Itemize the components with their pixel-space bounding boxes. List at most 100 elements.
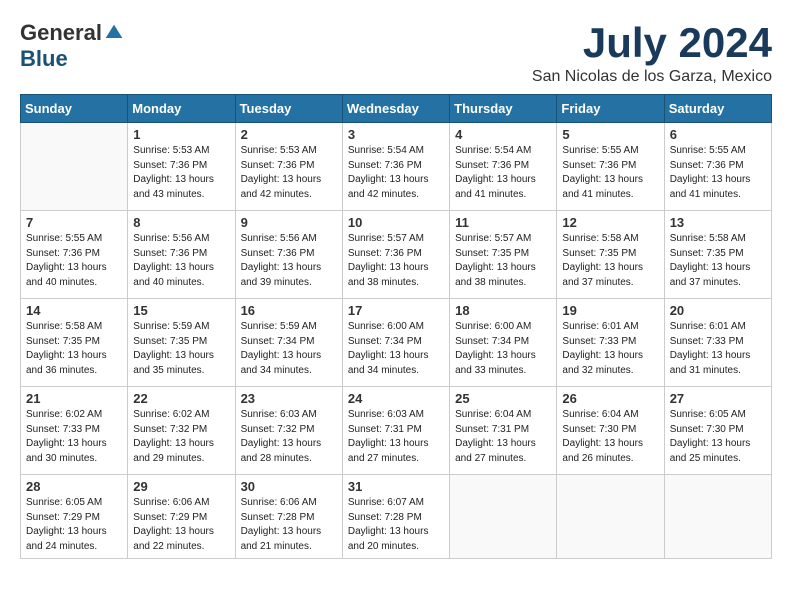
day-info: Sunrise: 5:55 AM Sunset: 7:36 PM Dayligh… (670, 144, 766, 202)
day-header: Sunday (21, 95, 128, 123)
calendar-cell: 1 Sunrise: 5:53 AM Sunset: 7:36 PM Daylig… (128, 123, 235, 211)
day-number: 16 (241, 303, 337, 318)
calendar-cell: 28 Sunrise: 6:05 AM Sunset: 7:29 PM Dayli… (21, 475, 128, 559)
day-number: 18 (455, 303, 551, 318)
day-info: Sunrise: 6:07 AM Sunset: 7:28 PM Dayligh… (348, 496, 444, 554)
calendar-cell: 26Sunrise: 6:04 AM Sunset: 7:30 PM Dayli… (557, 387, 664, 475)
day-number: 6 (670, 127, 766, 142)
calendar-cell: 12 Sunrise: 5:58 AM Sunset: 7:35 PM Dayli… (557, 211, 664, 299)
day-info: Sunrise: 6:02 AM Sunset: 7:33 PM Dayligh… (26, 408, 122, 466)
calendar-cell: 23Sunrise: 6:03 AM Sunset: 7:32 PM Dayli… (235, 387, 342, 475)
location-subtitle: San Nicolas de los Garza, Mexico (532, 68, 772, 86)
day-number: 22 (133, 391, 229, 406)
day-info: Sunrise: 6:05 AM Sunset: 7:30 PM Dayligh… (670, 408, 766, 466)
calendar-week-row: 1 Sunrise: 5:53 AM Sunset: 7:36 PM Daylig… (21, 123, 772, 211)
day-number: 5 (562, 127, 658, 142)
day-header: Saturday (664, 95, 771, 123)
calendar-cell: 13 Sunrise: 5:58 AM Sunset: 7:35 PM Dayli… (664, 211, 771, 299)
day-info: Sunrise: 6:00 AM Sunset: 7:34 PM Dayligh… (455, 320, 551, 378)
calendar-cell: 31Sunrise: 6:07 AM Sunset: 7:28 PM Dayli… (342, 475, 449, 559)
day-number: 30 (241, 479, 337, 494)
day-info: Sunrise: 6:06 AM Sunset: 7:29 PM Dayligh… (133, 496, 229, 554)
day-number: 13 (670, 215, 766, 230)
day-info: Sunrise: 5:56 AM Sunset: 7:36 PM Dayligh… (133, 232, 229, 290)
day-info: Sunrise: 5:57 AM Sunset: 7:35 PM Dayligh… (455, 232, 551, 290)
calendar-cell: 5 Sunrise: 5:55 AM Sunset: 7:36 PM Daylig… (557, 123, 664, 211)
day-number: 7 (26, 215, 122, 230)
day-number: 24 (348, 391, 444, 406)
day-info: Sunrise: 5:56 AM Sunset: 7:36 PM Dayligh… (241, 232, 337, 290)
day-info: Sunrise: 5:59 AM Sunset: 7:35 PM Dayligh… (133, 320, 229, 378)
day-number: 2 (241, 127, 337, 142)
month-title: July 2024 (532, 20, 772, 66)
calendar-cell: 20 Sunrise: 6:01 AM Sunset: 7:33 PM Dayli… (664, 299, 771, 387)
day-number: 21 (26, 391, 122, 406)
day-info: Sunrise: 6:06 AM Sunset: 7:28 PM Dayligh… (241, 496, 337, 554)
day-info: Sunrise: 6:02 AM Sunset: 7:32 PM Dayligh… (133, 408, 229, 466)
calendar-cell: 10 Sunrise: 5:57 AM Sunset: 7:36 PM Dayli… (342, 211, 449, 299)
day-number: 12 (562, 215, 658, 230)
calendar-cell: 2 Sunrise: 5:53 AM Sunset: 7:36 PM Daylig… (235, 123, 342, 211)
day-info: Sunrise: 5:54 AM Sunset: 7:36 PM Dayligh… (348, 144, 444, 202)
day-info: Sunrise: 5:57 AM Sunset: 7:36 PM Dayligh… (348, 232, 444, 290)
day-number: 4 (455, 127, 551, 142)
day-number: 28 (26, 479, 122, 494)
day-info: Sunrise: 5:53 AM Sunset: 7:36 PM Dayligh… (133, 144, 229, 202)
day-info: Sunrise: 6:05 AM Sunset: 7:29 PM Dayligh… (26, 496, 122, 554)
day-info: Sunrise: 5:58 AM Sunset: 7:35 PM Dayligh… (562, 232, 658, 290)
calendar-week-row: 28 Sunrise: 6:05 AM Sunset: 7:29 PM Dayli… (21, 475, 772, 559)
calendar-cell: 11 Sunrise: 5:57 AM Sunset: 7:35 PM Dayli… (450, 211, 557, 299)
day-info: Sunrise: 5:58 AM Sunset: 7:35 PM Dayligh… (670, 232, 766, 290)
day-info: Sunrise: 5:58 AM Sunset: 7:35 PM Dayligh… (26, 320, 122, 378)
day-number: 29 (133, 479, 229, 494)
page-header: General Blue July 2024 San Nicolas de lo… (20, 20, 772, 86)
day-header: Wednesday (342, 95, 449, 123)
calendar-cell (450, 475, 557, 559)
calendar-cell: 17Sunrise: 6:00 AM Sunset: 7:34 PM Dayli… (342, 299, 449, 387)
calendar-cell: 22 Sunrise: 6:02 AM Sunset: 7:32 PM Dayli… (128, 387, 235, 475)
day-info: Sunrise: 5:53 AM Sunset: 7:36 PM Dayligh… (241, 144, 337, 202)
day-number: 1 (133, 127, 229, 142)
calendar-cell: 7 Sunrise: 5:55 AM Sunset: 7:36 PM Daylig… (21, 211, 128, 299)
calendar-cell (557, 475, 664, 559)
calendar-body: 1 Sunrise: 5:53 AM Sunset: 7:36 PM Daylig… (21, 123, 772, 559)
day-number: 10 (348, 215, 444, 230)
calendar-cell: 21 Sunrise: 6:02 AM Sunset: 7:33 PM Dayli… (21, 387, 128, 475)
day-number: 25 (455, 391, 551, 406)
day-info: Sunrise: 6:03 AM Sunset: 7:32 PM Dayligh… (241, 408, 337, 466)
day-number: 20 (670, 303, 766, 318)
calendar-cell: 27Sunrise: 6:05 AM Sunset: 7:30 PM Dayli… (664, 387, 771, 475)
calendar-cell: 3 Sunrise: 5:54 AM Sunset: 7:36 PM Daylig… (342, 123, 449, 211)
calendar-cell (664, 475, 771, 559)
calendar-week-row: 7 Sunrise: 5:55 AM Sunset: 7:36 PM Daylig… (21, 211, 772, 299)
day-number: 14 (26, 303, 122, 318)
calendar-cell (21, 123, 128, 211)
day-number: 26 (562, 391, 658, 406)
day-info: Sunrise: 5:59 AM Sunset: 7:34 PM Dayligh… (241, 320, 337, 378)
day-number: 11 (455, 215, 551, 230)
day-number: 9 (241, 215, 337, 230)
calendar-cell: 8Sunrise: 5:56 AM Sunset: 7:36 PM Daylig… (128, 211, 235, 299)
day-info: Sunrise: 5:54 AM Sunset: 7:36 PM Dayligh… (455, 144, 551, 202)
logo-general: General (20, 20, 102, 46)
day-header: Thursday (450, 95, 557, 123)
logo-blue: Blue (20, 46, 68, 72)
day-header: Monday (128, 95, 235, 123)
calendar-cell: 30 Sunrise: 6:06 AM Sunset: 7:28 PM Dayli… (235, 475, 342, 559)
calendar-cell: 24Sunrise: 6:03 AM Sunset: 7:31 PM Dayli… (342, 387, 449, 475)
calendar-cell: 4 Sunrise: 5:54 AM Sunset: 7:36 PM Daylig… (450, 123, 557, 211)
calendar-table: SundayMondayTuesdayWednesdayThursdayFrid… (20, 94, 772, 559)
logo-icon (104, 23, 124, 43)
logo: General Blue (20, 20, 124, 72)
calendar-cell: 16 Sunrise: 5:59 AM Sunset: 7:34 PM Dayli… (235, 299, 342, 387)
day-number: 17 (348, 303, 444, 318)
day-info: Sunrise: 6:01 AM Sunset: 7:33 PM Dayligh… (670, 320, 766, 378)
day-number: 3 (348, 127, 444, 142)
day-info: Sunrise: 5:55 AM Sunset: 7:36 PM Dayligh… (26, 232, 122, 290)
calendar-cell: 25Sunrise: 6:04 AM Sunset: 7:31 PM Dayli… (450, 387, 557, 475)
calendar-cell: 9 Sunrise: 5:56 AM Sunset: 7:36 PM Daylig… (235, 211, 342, 299)
day-number: 19 (562, 303, 658, 318)
calendar-week-row: 14 Sunrise: 5:58 AM Sunset: 7:35 PM Dayli… (21, 299, 772, 387)
day-info: Sunrise: 5:55 AM Sunset: 7:36 PM Dayligh… (562, 144, 658, 202)
title-block: July 2024 San Nicolas de los Garza, Mexi… (532, 20, 772, 86)
